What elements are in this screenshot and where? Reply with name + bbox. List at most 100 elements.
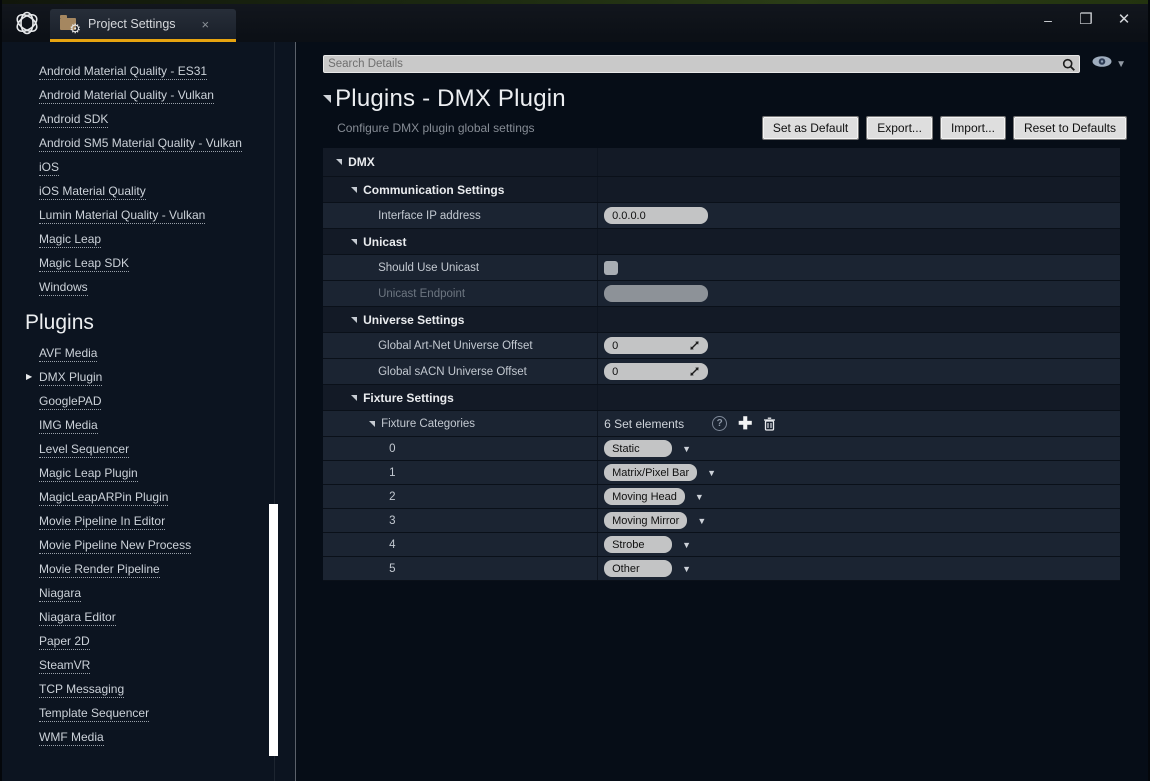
sidebar-item-level-sequencer[interactable]: Level Sequencer bbox=[39, 437, 129, 461]
sidebar-item-avf-media[interactable]: AVF Media bbox=[39, 341, 97, 365]
fixture-category-1-combo[interactable]: Matrix/Pixel Bar bbox=[604, 464, 697, 481]
fixture-category-2-combo[interactable]: Moving Head bbox=[604, 488, 685, 505]
sidebar-item-magic-leap-sdk[interactable]: Magic Leap SDK bbox=[39, 251, 129, 275]
expand-arrow-icon[interactable] bbox=[351, 395, 357, 401]
sidebar-item-android-material-quality-es31[interactable]: Android Material Quality - ES31 bbox=[39, 59, 207, 83]
settings-table: DMXCommunication SettingsInterface IP ad… bbox=[323, 148, 1120, 581]
property-label: Global sACN Universe Offset bbox=[378, 366, 527, 378]
sidebar-item-label: Android SDK bbox=[39, 112, 108, 128]
settings-row-2: 2 Moving Head ▼ bbox=[323, 485, 1120, 509]
spinbox-drag-icon[interactable] bbox=[689, 366, 700, 377]
sidebar-item-paper-2d[interactable]: Paper 2D bbox=[39, 629, 90, 653]
row-value-cell bbox=[597, 281, 1120, 306]
sidebar-plugin-list: AVF Media▶DMX Plugin GooglePAD IMG MediaLe… bbox=[2, 341, 295, 749]
sidebar-item-niagara-editor[interactable]: Niagara Editor bbox=[39, 605, 116, 629]
row-value-cell bbox=[597, 385, 1120, 410]
sidebar-item-windows[interactable]: Windows bbox=[39, 275, 88, 299]
sidebar-item-steamvr[interactable]: SteamVR bbox=[39, 653, 90, 677]
export-button[interactable]: Export... bbox=[867, 117, 932, 139]
sidebar-item-lumin-material-quality-vulkan[interactable]: Lumin Material Quality - Vulkan bbox=[39, 203, 205, 227]
global-art-net-universe-offset-spinbox[interactable]: 0 bbox=[604, 337, 708, 354]
sidebar-item-label: MagicLeapARPin Plugin bbox=[39, 490, 168, 506]
maximize-button[interactable]: ❒ bbox=[1078, 10, 1094, 30]
import-button[interactable]: Import... bbox=[941, 117, 1005, 139]
unicast-endpoint-field-disabled bbox=[604, 285, 708, 302]
dropdown-arrow-icon[interactable]: ▼ bbox=[707, 468, 716, 478]
sidebar-item-template-sequencer[interactable]: Template Sequencer bbox=[39, 701, 149, 725]
sidebar-item-label: GooglePAD bbox=[39, 394, 101, 410]
settings-row-dmx: DMX bbox=[323, 148, 1120, 177]
row-name-cell: Fixture Categories bbox=[323, 418, 597, 430]
sidebar-scrollbar-thumb[interactable] bbox=[269, 504, 278, 756]
row-name-cell: 0 bbox=[323, 443, 597, 455]
tab-close-icon[interactable]: × bbox=[202, 17, 210, 32]
set-as-default-button[interactable]: Set as Default bbox=[763, 117, 858, 139]
expand-arrow-icon[interactable] bbox=[336, 159, 342, 165]
sidebar-item-dmx-plugin[interactable]: ▶DMX Plugin bbox=[39, 365, 102, 389]
close-button[interactable]: ✕ bbox=[1116, 10, 1132, 30]
project-settings-window: ⚙ Project Settings × – ❒ ✕ Android Mater… bbox=[0, 0, 1150, 781]
sidebar-item-img-media[interactable]: IMG Media bbox=[39, 413, 98, 437]
collapse-arrow-icon[interactable] bbox=[323, 95, 331, 103]
sidebar-item-ios[interactable]: iOS bbox=[39, 155, 59, 179]
dropdown-arrow-icon[interactable]: ▼ bbox=[682, 564, 691, 574]
dropdown-arrow-icon[interactable]: ▼ bbox=[695, 492, 704, 502]
sidebar-item-magicleaparpin-plugin[interactable]: MagicLeapARPin Plugin bbox=[39, 485, 168, 509]
sidebar-item-label: Magic Leap SDK bbox=[39, 256, 129, 272]
delete-elements-icon[interactable] bbox=[763, 417, 776, 431]
expand-arrow-icon[interactable] bbox=[351, 317, 357, 323]
fixture-category-4-combo[interactable]: Strobe bbox=[604, 536, 672, 553]
settings-row-global-sacn-universe-offset: Global sACN Universe Offset 0 bbox=[323, 359, 1120, 385]
sidebar-item-android-material-quality-vulkan[interactable]: Android Material Quality - Vulkan bbox=[39, 83, 214, 107]
add-element-icon[interactable]: ✚ bbox=[738, 416, 752, 431]
tab-project-settings[interactable]: ⚙ Project Settings × bbox=[50, 9, 236, 42]
fixture-category-0-combo[interactable]: Static bbox=[604, 440, 672, 457]
settings-row-fixture-categories: Fixture Categories6 Set elements?✚ bbox=[323, 411, 1120, 437]
sidebar-item-magic-leap-plugin[interactable]: Magic Leap Plugin bbox=[39, 461, 138, 485]
fixture-category-5-combo[interactable]: Other bbox=[604, 560, 672, 577]
sidebar-item-android-sdk[interactable]: Android SDK bbox=[39, 107, 108, 131]
sidebar-item-niagara[interactable]: Niagara bbox=[39, 581, 81, 605]
sidebar-item-magic-leap[interactable]: Magic Leap bbox=[39, 227, 101, 251]
help-icon[interactable]: ? bbox=[712, 416, 727, 431]
sidebar-item-googlepad[interactable]: GooglePAD bbox=[39, 389, 101, 413]
category-label: Fixture Settings bbox=[363, 391, 454, 405]
interface-ip-address-field[interactable]: 0.0.0.0 bbox=[604, 207, 708, 224]
global-sacn-universe-offset-spinbox[interactable]: 0 bbox=[604, 363, 708, 380]
row-name-cell: Universe Settings bbox=[323, 313, 597, 327]
property-label: Global Art-Net Universe Offset bbox=[378, 340, 532, 352]
fixture-category-3-combo[interactable]: Moving Mirror bbox=[604, 512, 687, 529]
sidebar-item-ios-material-quality[interactable]: iOS Material Quality bbox=[39, 179, 146, 203]
selected-item-arrow-icon: ▶ bbox=[26, 365, 32, 389]
settings-row-unicast-endpoint: Unicast Endpoint bbox=[323, 281, 1120, 307]
sidebar-item-movie-pipeline-new-process[interactable]: Movie Pipeline New Process bbox=[39, 533, 191, 557]
view-options[interactable]: ▼ bbox=[1091, 55, 1126, 73]
sidebar-item-wmf-media[interactable]: WMF Media bbox=[39, 725, 104, 749]
sidebar-item-movie-pipeline-in-editor[interactable]: Movie Pipeline In Editor bbox=[39, 509, 165, 533]
expand-arrow-icon[interactable] bbox=[369, 421, 375, 427]
minimize-button[interactable]: – bbox=[1040, 10, 1056, 30]
sidebar-item-movie-render-pipeline[interactable]: Movie Render Pipeline bbox=[39, 557, 160, 581]
reset-to-defaults-button[interactable]: Reset to Defaults bbox=[1014, 117, 1126, 139]
sidebar-item-android-sm5-material-quality-vulkan[interactable]: Android SM5 Material Quality - Vulkan bbox=[39, 131, 242, 155]
row-name-cell: 2 bbox=[323, 491, 597, 503]
dropdown-arrow-icon[interactable]: ▼ bbox=[682, 540, 691, 550]
dropdown-arrow-icon[interactable]: ▼ bbox=[682, 444, 691, 454]
sidebar-platform-list: Android Material Quality - ES31Android M… bbox=[2, 42, 295, 299]
row-value-cell: Matrix/Pixel Bar ▼ bbox=[597, 461, 1120, 484]
sidebar-item-label: Magic Leap Plugin bbox=[39, 466, 138, 482]
property-label: Interface IP address bbox=[378, 210, 481, 222]
field-value: 0.0.0.0 bbox=[612, 210, 646, 222]
spinbox-drag-icon[interactable] bbox=[689, 340, 700, 351]
search-input[interactable] bbox=[324, 56, 1079, 72]
row-value-cell: 0.0.0.0 bbox=[597, 203, 1120, 228]
expand-arrow-icon[interactable] bbox=[351, 187, 357, 193]
row-value-cell: Moving Mirror ▼ bbox=[597, 509, 1120, 532]
caret-down-icon: ▼ bbox=[1116, 59, 1126, 70]
search-row: ▼ bbox=[323, 55, 1126, 73]
expand-arrow-icon[interactable] bbox=[351, 239, 357, 245]
sidebar-item-tcp-messaging[interactable]: TCP Messaging bbox=[39, 677, 124, 701]
should-use-unicast-checkbox[interactable] bbox=[604, 261, 618, 275]
settings-row-fixture-settings: Fixture Settings bbox=[323, 385, 1120, 411]
dropdown-arrow-icon[interactable]: ▼ bbox=[697, 516, 706, 526]
